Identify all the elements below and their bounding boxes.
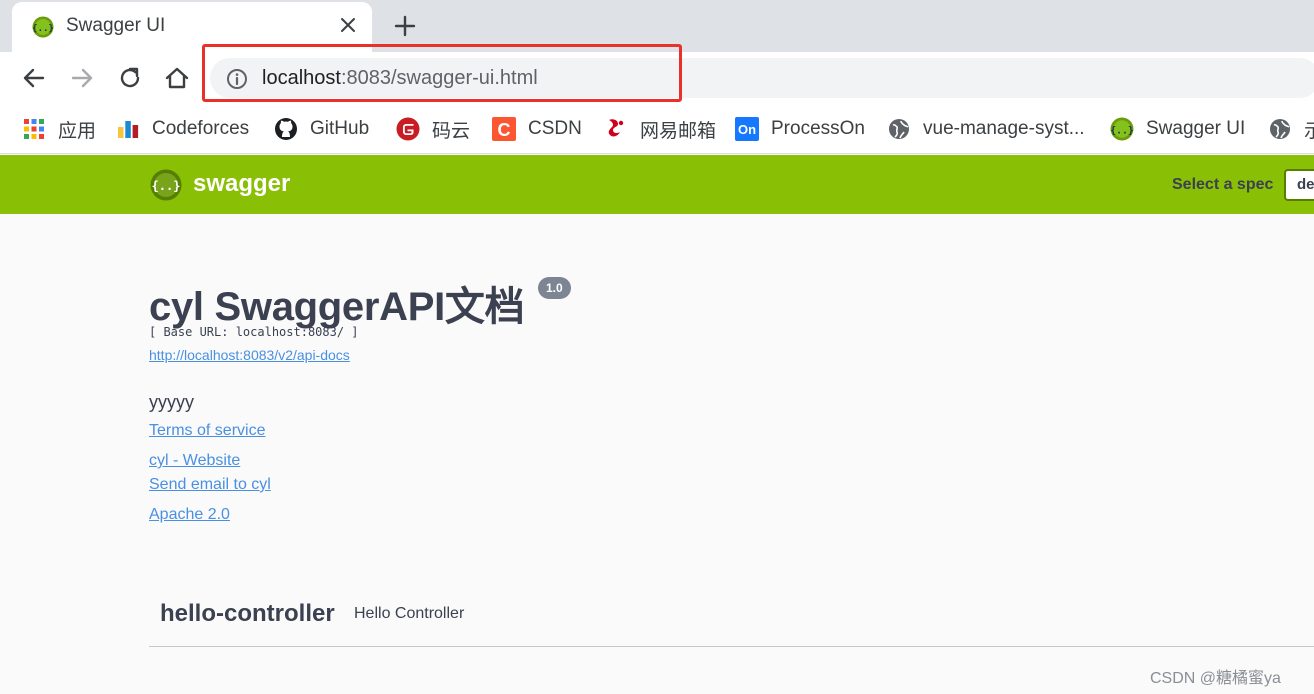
svg-text:{..}: {..} <box>152 179 181 193</box>
bookmarks-bar: 应用 Codeforces GitHub 码云 C CSDN 网易邮箱 On P… <box>0 104 1314 154</box>
bookmark-label: 示 <box>1304 116 1314 143</box>
select-spec-label: Select a spec <box>1172 176 1274 193</box>
browser-toolbar: localhost:8083/swagger-ui.html <box>0 52 1314 104</box>
controller-name[interactable]: hello-controller <box>160 600 335 628</box>
bookmark-label: Swagger UI <box>1146 118 1246 139</box>
browser-tabstrip: {..} Swagger UI <box>0 0 1314 52</box>
info-icon[interactable] <box>226 68 248 90</box>
swagger-logo-text: swagger <box>193 170 291 197</box>
bookmark-vue-manage[interactable]: vue-manage-syst... <box>887 116 1085 142</box>
address-bar[interactable]: localhost:8083/swagger-ui.html <box>210 58 1314 98</box>
svg-text:{..}: {..} <box>32 24 54 34</box>
terms-of-service-link[interactable]: Terms of service <box>149 422 265 440</box>
globe-icon <box>1270 119 1290 139</box>
swagger-logo-icon[interactable]: {..} <box>150 169 182 201</box>
select-spec-dropdown[interactable]: default <box>1284 169 1314 201</box>
bookmark-label: GitHub <box>310 118 370 139</box>
api-docs-link[interactable]: http://localhost:8083/v2/api-docs <box>149 347 350 363</box>
bookmark-label: Codeforces <box>152 118 250 139</box>
license-link[interactable]: Apache 2.0 <box>149 506 230 524</box>
bookmark-label: 应用 <box>58 120 97 142</box>
svg-text:{..}: {..} <box>1110 125 1134 136</box>
bookmark-label: vue-manage-syst... <box>923 118 1085 139</box>
swagger-icon: {..} <box>32 16 54 38</box>
svg-text:C: C <box>498 120 511 140</box>
controller-divider <box>149 646 1314 647</box>
swagger-icon: {..} <box>1110 117 1134 141</box>
bookmark-label: 码云 <box>432 120 471 142</box>
bookmark-processon[interactable]: On ProcessOn <box>735 116 865 142</box>
url-text: localhost:8083/swagger-ui.html <box>262 67 538 90</box>
new-tab-icon[interactable] <box>392 13 418 39</box>
github-icon <box>275 118 297 140</box>
codeforces-icon <box>118 121 139 138</box>
home-icon[interactable] <box>163 64 191 92</box>
swagger-topbar: {..} swagger Select a spec default <box>0 155 1314 214</box>
browser-tab[interactable]: {..} Swagger UI <box>12 2 372 52</box>
url-host: localhost <box>262 67 341 89</box>
bookmark-partial[interactable]: 示 <box>1268 116 1314 142</box>
bookmark-github[interactable]: GitHub <box>274 116 369 142</box>
tab-title: Swagger UI <box>66 15 166 36</box>
svg-text:On: On <box>738 122 756 137</box>
website-link[interactable]: cyl - Website <box>149 452 240 470</box>
globe-icon <box>889 119 909 139</box>
close-icon[interactable] <box>338 15 358 35</box>
netease-mail-icon <box>608 119 624 137</box>
apps-grid-icon <box>24 119 44 139</box>
forward-icon[interactable] <box>68 64 96 92</box>
bookmark-label: 网易邮箱 <box>640 120 717 142</box>
api-title: cyl SwaggerAPI文档 <box>149 285 525 329</box>
bookmark-netease-mail[interactable]: 网易邮箱 <box>604 116 716 142</box>
back-icon[interactable] <box>20 64 48 92</box>
base-url: [ Base URL: localhost:8083/ ] <box>149 325 359 339</box>
bookmark-gitee[interactable]: 码云 <box>396 116 470 142</box>
url-path: :8083/swagger-ui.html <box>340 67 538 89</box>
reload-icon[interactable] <box>116 64 144 92</box>
version-badge: 1.0 <box>538 277 571 299</box>
api-description: yyyyy <box>149 392 194 412</box>
email-link[interactable]: Send email to cyl <box>149 476 271 494</box>
bookmark-label: ProcessOn <box>771 118 865 139</box>
watermark: CSDN @糖橘蜜ya <box>1150 670 1281 687</box>
gitee-icon <box>396 117 420 141</box>
bookmark-apps[interactable]: 应用 <box>22 116 96 142</box>
controller-description: Hello Controller <box>354 605 465 622</box>
bookmark-swagger-ui[interactable]: {..} Swagger UI <box>1110 116 1245 142</box>
bookmark-csdn[interactable]: C CSDN <box>492 116 582 142</box>
processon-icon: On <box>735 117 759 141</box>
bookmark-codeforces[interactable]: Codeforces <box>116 116 249 142</box>
csdn-icon: C <box>492 117 516 141</box>
bookmark-label: CSDN <box>528 118 582 139</box>
